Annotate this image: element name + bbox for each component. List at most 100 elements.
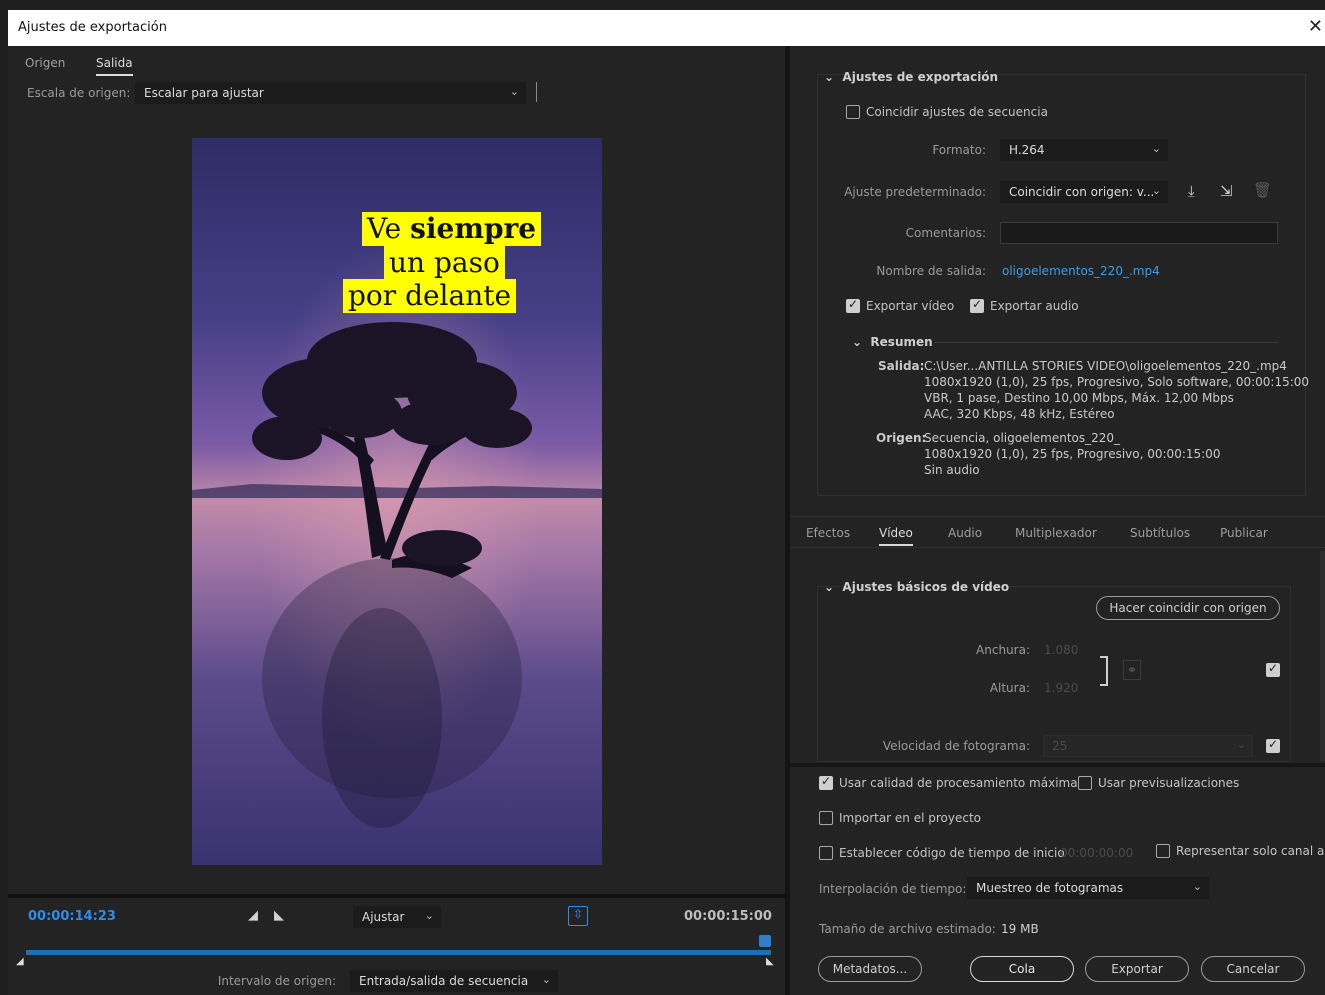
tab-salida[interactable]: Salida [96, 56, 133, 76]
source-output-tabs: Origen Salida [8, 46, 785, 76]
import-project-checkbox[interactable] [819, 811, 833, 825]
scale-dropdown[interactable]: Escalar para ajustar ⌄ [135, 82, 526, 104]
interp-dropdown[interactable]: Muestreo de fotogramas ⌄ [967, 877, 1209, 899]
preset-dropdown[interactable]: Coincidir con origen: v... ⌄ [1000, 181, 1168, 203]
metadata-button[interactable]: Metadatos... [818, 956, 922, 982]
link-icon[interactable]: ⚭ [1123, 660, 1142, 680]
start-tc-label[interactable]: Establecer código de tiempo de inicio [839, 846, 1065, 860]
mark-out-icon[interactable]: ◣ [274, 908, 284, 923]
export-video-label[interactable]: Exportar vídeo [866, 299, 954, 313]
height-label: Altura: [989, 681, 1030, 695]
scale-bar: Escala de origen: Escalar para ajustar ⌄ [8, 82, 785, 104]
cancel-button[interactable]: Cancelar [1201, 956, 1305, 982]
chevron-down-icon: ⌄ [852, 335, 867, 349]
save-preset-icon[interactable]: ⤓ [1188, 182, 1195, 200]
match-sequence-label[interactable]: Coincidir ajustes de secuencia [866, 105, 1048, 119]
aspect-correction-icon[interactable]: ⇳ [568, 906, 588, 926]
export-audio-label[interactable]: Exportar audio [990, 299, 1079, 313]
summary-heading[interactable]: ⌄ Resumen [852, 335, 933, 349]
match-sequence-checkbox[interactable] [846, 105, 860, 119]
summary-output-key: Salida: [878, 359, 925, 373]
video-preview: Ve siempre un paso por delante [192, 138, 602, 865]
preset-value: Coincidir con origen: v... [1009, 185, 1155, 199]
range-dropdown[interactable]: Entrada/salida de secuencia ⌄ [350, 970, 558, 992]
tab-subtitulos[interactable]: Subtítulos [1130, 526, 1190, 540]
format-value: H.264 [1009, 143, 1045, 157]
divider [934, 342, 1278, 343]
tab-multiplexador[interactable]: Multiplexador [1015, 526, 1097, 540]
range-label: Intervalo de origen: [217, 974, 336, 988]
summary-source-lines: Secuencia, oligoelementos_220_ 1080x1920… [924, 430, 1220, 478]
out-point-handle[interactable]: ◣ [766, 956, 774, 967]
export-audio-checkbox[interactable] [970, 297, 984, 313]
summary-line: AAC, 320 Kbps, 48 kHz, Estéreo [924, 407, 1115, 421]
scale-label: Escala de origen: [27, 86, 131, 100]
mark-in-icon[interactable]: ◢ [248, 908, 258, 923]
caption-line-3: por delante [343, 279, 517, 313]
settings-panel: ⌄ Ajustes de exportación Coincidir ajust… [790, 46, 1325, 995]
chevron-down-icon: ⌄ [1192, 880, 1202, 893]
zoom-dropdown[interactable]: Ajustar ⌄ [353, 906, 441, 928]
height-value[interactable]: 1.920 [1044, 681, 1078, 695]
alpha-only-checkbox[interactable] [1156, 844, 1170, 858]
start-tc-value[interactable]: 00:00:00:00 [1060, 846, 1133, 860]
in-point-handle[interactable]: ◢ [16, 956, 24, 967]
scale-value: Escalar para ajustar [144, 86, 264, 100]
file-size-value: 19 MB [1001, 922, 1039, 936]
import-preset-icon[interactable]: ⇲ [1220, 182, 1233, 200]
tab-publicar[interactable]: Publicar [1220, 526, 1268, 540]
max-quality-label[interactable]: Usar calidad de procesamiento máxima [839, 776, 1078, 790]
divider [790, 547, 1325, 548]
output-name-link[interactable]: oligoelementos_220_.mp4 [1002, 264, 1160, 278]
chevron-down-icon: ⌄ [541, 973, 551, 986]
export-settings-heading[interactable]: ⌄ Ajustes de exportación [824, 70, 998, 84]
width-height-checkbox[interactable] [1266, 661, 1280, 677]
summary-output-lines: C:\User...ANTILLA STORIES VIDEO\oligoele… [924, 358, 1309, 422]
zoom-value: Ajustar [362, 910, 405, 924]
fps-checkbox[interactable] [1266, 737, 1280, 753]
close-icon[interactable]: ✕ [1308, 16, 1323, 37]
window-title: Ajustes de exportación [18, 20, 167, 35]
comments-input[interactable] [1000, 222, 1278, 244]
divider [790, 516, 1325, 517]
summary-source: Origen: [876, 430, 926, 446]
summary-line: Secuencia, oligoelementos_220_ [924, 431, 1121, 445]
tab-efectos[interactable]: Efectos [806, 526, 850, 540]
panel-splitter[interactable] [785, 46, 790, 995]
link-bracket [1100, 656, 1108, 686]
match-source-button[interactable]: Hacer coincidir con origen [1096, 596, 1280, 620]
file-size-label: Tamaño de archivo estimado: [819, 922, 996, 936]
fps-dropdown[interactable]: 25 ⌄ [1043, 735, 1253, 757]
divider [536, 82, 537, 102]
chevron-down-icon: ⌄ [824, 580, 839, 594]
video-basic-heading[interactable]: ⌄ Ajustes básicos de vídeo [824, 580, 1009, 594]
export-button[interactable]: Exportar [1085, 956, 1189, 982]
use-previews-label[interactable]: Usar previsualizaciones [1098, 776, 1239, 790]
preset-label: Ajuste predeterminado: [844, 185, 986, 199]
preview-panel: Origen Salida Escala de origen: Escalar … [8, 46, 785, 995]
max-quality-checkbox[interactable] [819, 774, 833, 790]
playhead[interactable] [759, 935, 771, 947]
scrollbar[interactable] [1320, 551, 1325, 761]
trash-icon[interactable]: 🗑 [1253, 181, 1272, 199]
timeline-track[interactable] [26, 950, 771, 955]
summary-line: VBR, 1 pase, Destino 10,00 Mbps, Máx. 12… [924, 391, 1234, 405]
start-tc-checkbox[interactable] [819, 846, 833, 860]
alpha-only-label[interactable]: Representar solo canal alfa [1176, 844, 1325, 858]
export-video-checkbox[interactable] [846, 297, 860, 313]
format-dropdown[interactable]: H.264 ⌄ [1000, 139, 1168, 161]
import-project-label[interactable]: Importar en el proyecto [839, 811, 981, 825]
interp-value: Muestreo de fotogramas [976, 881, 1124, 895]
chevron-down-icon: ⌄ [1151, 184, 1161, 197]
tab-audio[interactable]: Audio [948, 526, 982, 540]
summary-output: Salida: [878, 358, 924, 374]
width-value[interactable]: 1.080 [1044, 643, 1078, 657]
summary-line: C:\User...ANTILLA STORIES VIDEO\oligoele… [924, 359, 1287, 373]
summary-line: Sin audio [924, 463, 980, 477]
tab-origen[interactable]: Origen [25, 56, 65, 70]
current-timecode[interactable]: 00:00:14:23 [28, 909, 116, 924]
tab-video[interactable]: Vídeo [879, 526, 913, 546]
end-timecode: 00:00:15:00 [684, 909, 772, 924]
queue-button[interactable]: Cola [970, 956, 1074, 982]
use-previews-checkbox[interactable] [1078, 776, 1092, 790]
